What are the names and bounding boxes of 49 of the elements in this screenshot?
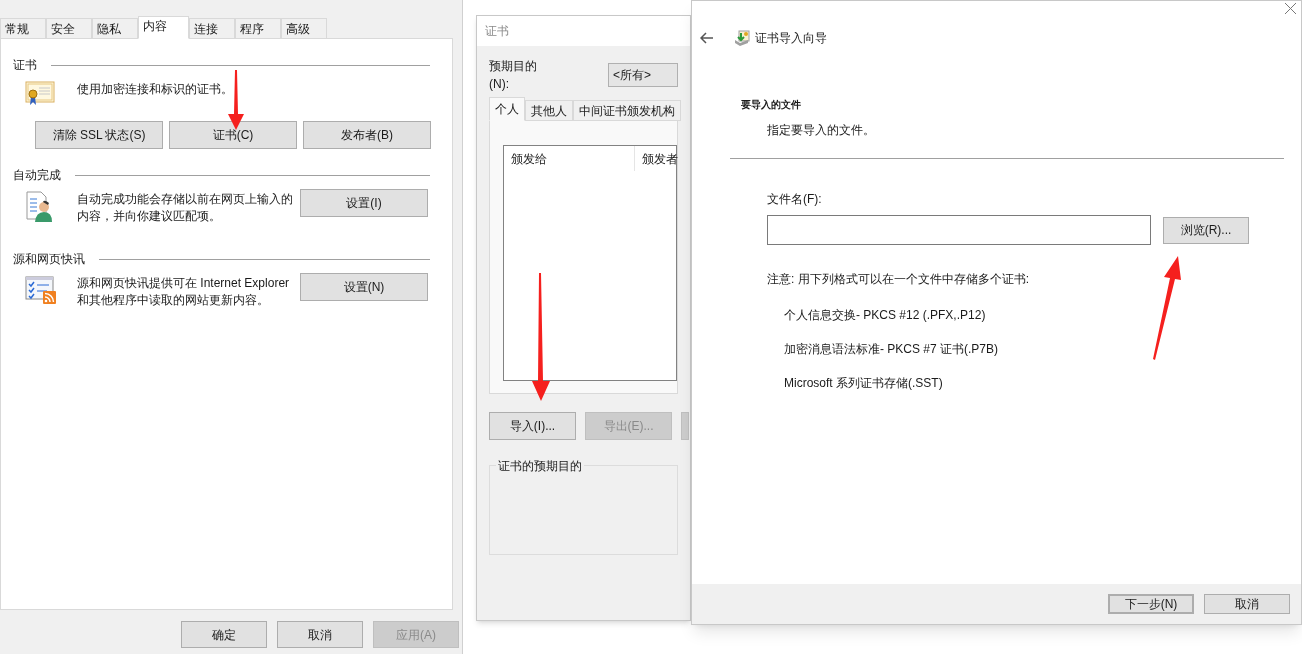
file-name-field[interactable] [767, 215, 1151, 245]
section-title: 自动完成 [13, 167, 61, 184]
field-label: 文件名(F): [767, 191, 823, 208]
button[interactable]: 证书(C) [169, 121, 297, 149]
tab[interactable]: 程序 [235, 18, 281, 39]
column-header[interactable]: 颁发给 [504, 146, 635, 171]
description: 源和网页快讯提供可在 Internet Explorer 和其他程序中读取的网站更新内容。 [77, 275, 291, 309]
button[interactable]: 取消 [277, 621, 363, 648]
button[interactable]: 确定 [181, 621, 267, 648]
dropdown[interactable]: <所有> [608, 63, 678, 87]
list-item: 个人信息交换- PKCS #12 (.PFX,.P12) [784, 307, 987, 324]
field-label: 预期目的(N): [489, 58, 538, 93]
button[interactable]: 设置(N) [300, 273, 428, 301]
window-title: 证书 [485, 23, 509, 40]
tab[interactable]: 其他人 [525, 100, 573, 121]
certificate-icon [25, 81, 55, 107]
tab[interactable]: 个人 [489, 97, 525, 121]
certificate-import-icon [734, 30, 750, 46]
heading: 要导入的文件 [741, 98, 802, 112]
tab[interactable]: 常规 [0, 18, 46, 39]
description: 自动完成功能会存储以前在网页上输入的内容，并向你建议匹配项。 [77, 191, 294, 225]
tab[interactable]: 连接 [189, 18, 235, 39]
button[interactable]: 清除 SSL 状态(S) [35, 121, 163, 149]
back-arrow-icon[interactable] [700, 32, 714, 44]
button[interactable]: 取消 [1204, 594, 1290, 614]
note: 注意: 用下列格式可以在一个文件中存储多个证书: [767, 271, 1030, 288]
description: 使用加密连接和标识的证书。 [77, 81, 234, 98]
list-item: Microsoft 系列证书存储(.SST) [784, 375, 944, 392]
tab[interactable]: 中间证书颁发机构 [573, 100, 681, 121]
window-title: 证书导入向导 [755, 30, 827, 47]
button[interactable]: 发布者(B) [303, 121, 431, 149]
button[interactable]: 浏览(R)... [1163, 216, 1249, 244]
tab[interactable]: 内容 [138, 16, 189, 39]
button[interactable]: 设置(I) [300, 189, 428, 217]
column-header[interactable]: 颁发者 [635, 146, 685, 171]
document-person-icon [25, 191, 53, 223]
group-title: 证书的预期目的 [496, 457, 584, 475]
tab[interactable]: 高级 [281, 18, 327, 39]
section-title: 源和网页快讯 [13, 251, 85, 268]
section-title: 证书 [13, 57, 37, 74]
button[interactable]: 导入(I)... [489, 412, 576, 440]
checklist-feed-icon [25, 275, 57, 305]
list-item: 加密消息语法标准- PKCS #7 证书(.P7B) [784, 341, 1000, 358]
close-icon[interactable] [1284, 2, 1297, 15]
annotation-arrow [227, 70, 245, 130]
button[interactable]: 下一步(N) [1108, 594, 1194, 614]
tab[interactable]: 隐私 [92, 18, 138, 39]
tab[interactable]: 安全 [46, 18, 92, 39]
subheading: 指定要导入的文件。 [767, 122, 876, 139]
